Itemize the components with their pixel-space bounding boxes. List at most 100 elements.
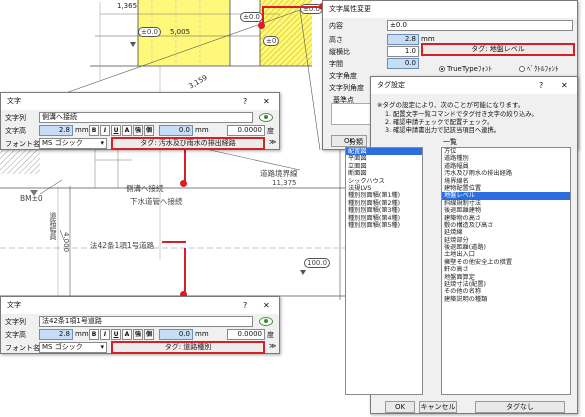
spacing-field[interactable]: 0.0	[159, 125, 193, 136]
dialog-title: 文字属性変更	[329, 5, 371, 13]
callout-line	[184, 248, 186, 296]
tag-item[interactable]: 延焼線	[442, 229, 570, 236]
dim-label: 11,375	[272, 179, 297, 187]
tag-item[interactable]: 道路種別	[442, 155, 570, 162]
road-type-tag-button[interactable]: タグ: 道路種別	[111, 341, 265, 354]
bold-button[interactable]: B	[89, 329, 99, 340]
tag-item[interactable]: 建築説明の種類	[442, 296, 570, 303]
expand-icon[interactable]: ≫	[269, 342, 276, 350]
ok-button[interactable]: OK	[385, 401, 415, 413]
text-height-field[interactable]: 2.8	[39, 329, 73, 340]
outline-button[interactable]: A	[122, 125, 132, 136]
unit-label: mm	[75, 126, 89, 134]
vector-font-radio[interactable]: ﾍﾞｸﾄﾙﾌｫﾝﾄ	[519, 64, 559, 74]
degree-label: 度	[267, 127, 274, 135]
tag-item[interactable]: 軒の高さ	[442, 266, 570, 273]
chevron-down-icon: ▾	[100, 343, 104, 351]
font-value: MS ゴシック	[42, 139, 83, 147]
eye-icon[interactable]	[259, 317, 273, 326]
emphasis-button[interactable]: 強	[133, 329, 143, 340]
chevron-down-icon: ▾	[100, 139, 104, 147]
help-icon[interactable]: ?	[243, 297, 247, 314]
text-dialog-drain: 文字 ? ✕ 文字列 側溝へ接続 文字高 2.8 mm B I U A 強 個 …	[0, 92, 280, 150]
italic-button[interactable]: I	[100, 125, 110, 136]
close-icon[interactable]: ✕	[263, 93, 270, 110]
callout-dot	[180, 180, 187, 187]
category-item[interactable]: 種別別面積(第5種)	[346, 222, 422, 229]
tag-item[interactable]: 汚水及び雨水の排出経路	[442, 170, 570, 177]
bold-button[interactable]: B	[89, 125, 99, 136]
truetype-radio[interactable]: TrueTypeﾌｫﾝﾄ	[439, 64, 492, 74]
spacing-field[interactable]: 0.0	[159, 329, 193, 340]
tag-item[interactable]: その他の名称	[442, 288, 570, 295]
tag-item[interactable]: 地盤レベル	[442, 192, 570, 200]
elevation-label: ±0.0	[138, 27, 161, 37]
tag-item[interactable]: 地盤面算定	[442, 274, 570, 281]
individual-button[interactable]: 個	[144, 125, 154, 136]
font-select[interactable]: MS ゴシック ▾	[39, 342, 107, 353]
anchor-grid[interactable]	[331, 103, 375, 125]
callout-dot	[258, 22, 265, 29]
tag-item[interactable]: 境界線名	[442, 178, 570, 185]
ground-level-tag-button[interactable]: タグ: 地盤レベル	[421, 43, 575, 56]
unit-label: mm	[195, 126, 209, 134]
help-icon[interactable]: ?	[243, 93, 247, 110]
tag-item[interactable]: 延焼部分	[442, 237, 570, 244]
text-height-field[interactable]: 2.8	[39, 125, 73, 136]
bm-label: BM±0	[20, 194, 43, 203]
dim-label: 5,005	[170, 28, 191, 36]
underline-button[interactable]: U	[111, 329, 121, 340]
truetype-label: TrueTypeﾌｫﾝﾄ	[447, 65, 492, 73]
font-select[interactable]: MS ゴシック ▾	[39, 138, 107, 149]
italic-button[interactable]: I	[100, 329, 110, 340]
note-item: 3. 確認申請書出力で記該当項目へ連携。	[385, 127, 501, 134]
callout-line	[262, 6, 324, 8]
list-label: 一覧	[443, 138, 457, 146]
category-item[interactable]: 種別別面積(第3種)	[346, 207, 422, 214]
help-icon[interactable]: ?	[539, 77, 543, 94]
ratio-field[interactable]: 1.0	[387, 46, 419, 57]
dialog-title-bar: 文字 ? ✕	[1, 297, 279, 314]
tag-item[interactable]: 建築物の高さ	[442, 215, 570, 222]
string-label: 文字列	[5, 318, 26, 326]
road-width-label: 道路幅員	[49, 212, 57, 240]
angle-field[interactable]: 0.0000	[227, 329, 265, 340]
category-item[interactable]: 種別別面積(第4種)	[346, 215, 422, 222]
cancel-button[interactable]: キャンセル	[419, 401, 457, 413]
string-angle-label: 文字列角度	[329, 84, 364, 92]
expand-icon[interactable]: ≫	[269, 138, 276, 146]
underline-button[interactable]: U	[111, 125, 121, 136]
dialog-title-bar: 文字属性変更	[323, 1, 577, 18]
road-type-label: 法42条1項1号道路	[90, 241, 155, 250]
individual-button[interactable]: 個	[144, 329, 154, 340]
close-icon[interactable]: ✕	[263, 297, 270, 314]
drain-tag-button[interactable]: タグ: 汚水及び雨水の排出経路	[111, 137, 265, 150]
string-field[interactable]: 法42条1項1号道路	[39, 316, 253, 327]
tag-item[interactable]: 後退距離建物	[442, 207, 570, 214]
category-item[interactable]: 種別別面積(第1種)	[346, 192, 422, 199]
tag-item[interactable]: 土地出入口	[442, 251, 570, 258]
emphasis-button[interactable]: 強	[133, 125, 143, 136]
text-dialog-road: 文字 ? ✕ 文字列 法42条1項1号道路 文字高 2.8 mm B I U A…	[0, 296, 280, 354]
eye-icon[interactable]	[259, 113, 273, 122]
side-drain-label: 側溝へ接続	[126, 184, 164, 193]
string-field[interactable]: 側溝へ接続	[39, 112, 253, 123]
tag-item-list[interactable]: 方位 道路種別 道路幅員 汚水及び雨水の排出経路 境界線名 建物配置位置 地盤レベル 斜線規制…	[441, 147, 571, 395]
spacing-field[interactable]: 0.0	[387, 58, 419, 69]
close-icon[interactable]: ✕	[561, 77, 568, 94]
category-item[interactable]: シックハウス	[346, 178, 422, 185]
road-width-value: 4.000	[62, 232, 70, 253]
category-item[interactable]: 配置図	[346, 148, 422, 156]
height-field[interactable]: 2.8	[387, 34, 419, 45]
elevation-label: 100.0	[304, 258, 331, 268]
content-label: 内容	[329, 22, 343, 30]
category-item[interactable]: 平面図	[346, 155, 422, 162]
category-item[interactable]: 断面図	[346, 170, 422, 177]
outline-button[interactable]: A	[122, 329, 132, 340]
no-tag-button[interactable]: タグなし	[475, 401, 565, 413]
font-name-label: フォント名	[5, 140, 40, 148]
category-list[interactable]: 配置図 平面図 立面図 断面図 シックハウス 法規LVS 種別別面積(第1種) 種別別面積(第…	[345, 147, 423, 395]
angle-field[interactable]: 0.0000	[227, 125, 265, 136]
unit-label: mm	[75, 330, 89, 338]
content-field[interactable]: ±0.0	[387, 20, 573, 31]
